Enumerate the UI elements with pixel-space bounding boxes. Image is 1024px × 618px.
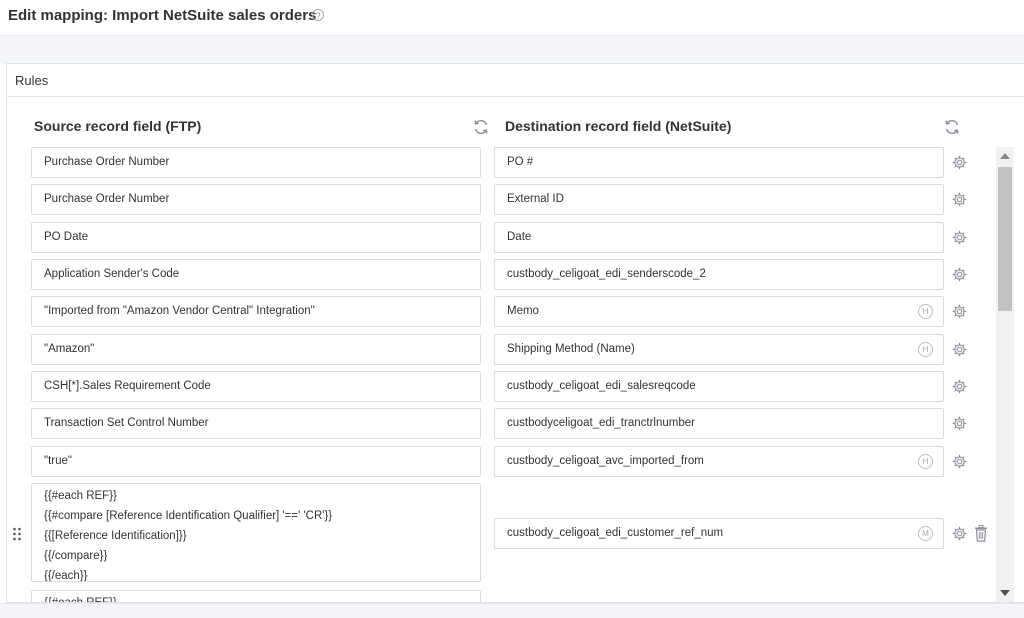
scroll-down-arrow-icon[interactable] xyxy=(1000,590,1010,596)
page-title: Edit mapping: Import NetSuite sales orde… xyxy=(8,7,317,24)
gear-icon[interactable] xyxy=(951,341,968,358)
source-expression-textarea[interactable]: {{#each REF}} xyxy=(31,590,481,603)
destination-field-input[interactable]: custbodyceligoat_edi_tranctrlnumber xyxy=(494,408,944,439)
source-field-input[interactable]: "Amazon" xyxy=(31,334,481,365)
gear-icon[interactable] xyxy=(951,453,968,470)
rules-header: Rules xyxy=(7,64,1024,97)
footer-band xyxy=(0,603,1024,618)
expression-line: {{/compare}} xyxy=(44,550,108,562)
gear-icon[interactable] xyxy=(951,378,968,395)
expression-line: {{/each}} xyxy=(44,570,88,582)
destination-field-input[interactable]: Date xyxy=(494,222,944,253)
scroll-thumb[interactable] xyxy=(998,167,1012,311)
expression-line: {{[Reference Identification]}} xyxy=(44,530,187,542)
source-field-input[interactable]: "Imported from "Amazon Vendor Central" I… xyxy=(31,296,481,327)
header-divider-band xyxy=(0,35,1024,64)
vertical-scrollbar[interactable] xyxy=(996,147,1014,602)
refresh-icon[interactable] xyxy=(943,118,961,136)
gear-icon[interactable] xyxy=(951,525,968,542)
hardcoded-badge: H xyxy=(918,304,933,319)
destination-field-input[interactable]: Shipping Method (Name) xyxy=(494,334,944,365)
source-field-input[interactable]: Application Sender's Code xyxy=(31,259,481,290)
rules-label: Rules xyxy=(15,73,49,88)
destination-field-input[interactable]: custbody_celigoat_edi_salesreqcode xyxy=(494,371,944,402)
expression-line: {{#each REF}} xyxy=(44,490,117,502)
source-field-input[interactable]: "true" xyxy=(31,446,481,477)
source-expression-textarea[interactable]: {{#each REF}} {{#compare [Reference Iden… xyxy=(31,483,481,582)
source-field-input[interactable]: PO Date xyxy=(31,222,481,253)
gear-icon[interactable] xyxy=(951,303,968,320)
hardcoded-badge: H xyxy=(918,342,933,357)
source-column-header: Source record field (FTP) xyxy=(34,118,202,134)
refresh-icon[interactable] xyxy=(472,118,490,136)
expression-line: {{#each REF}} xyxy=(44,597,117,603)
source-field-input[interactable]: Transaction Set Control Number xyxy=(31,408,481,439)
destination-field-input[interactable]: custbody_celigoat_edi_senderscode_2 xyxy=(494,259,944,290)
gear-icon[interactable] xyxy=(951,191,968,208)
drag-handle-icon[interactable] xyxy=(12,527,22,541)
multifield-badge: M xyxy=(918,526,933,541)
hardcoded-badge: H xyxy=(918,454,933,469)
source-field-input[interactable]: Purchase Order Number xyxy=(31,147,481,178)
destination-column-header: Destination record field (NetSuite) xyxy=(505,118,732,134)
destination-field-input[interactable]: External ID xyxy=(494,184,944,215)
expression-line: {{#compare [Reference Identification Qua… xyxy=(44,510,333,522)
gear-icon[interactable] xyxy=(951,154,968,171)
gear-icon[interactable] xyxy=(951,229,968,246)
trash-icon[interactable] xyxy=(974,525,988,542)
gear-icon[interactable] xyxy=(951,266,968,283)
page-header: Edit mapping: Import NetSuite sales orde… xyxy=(0,0,1024,34)
help-icon[interactable]: ? xyxy=(312,9,324,21)
destination-field-input[interactable]: custbody_celigoat_avc_imported_from xyxy=(494,446,944,477)
scroll-up-arrow-icon[interactable] xyxy=(1000,153,1010,159)
rules-panel: Rules Source record field (FTP) Destinat… xyxy=(6,63,1024,603)
source-field-input[interactable]: CSH[*].Sales Requirement Code xyxy=(31,371,481,402)
destination-field-input[interactable]: Memo xyxy=(494,296,944,327)
source-field-input[interactable]: Purchase Order Number xyxy=(31,184,481,215)
destination-field-input[interactable]: custbody_celigoat_edi_customer_ref_num xyxy=(494,518,944,549)
gear-icon[interactable] xyxy=(951,415,968,432)
destination-field-input[interactable]: PO # xyxy=(494,147,944,178)
